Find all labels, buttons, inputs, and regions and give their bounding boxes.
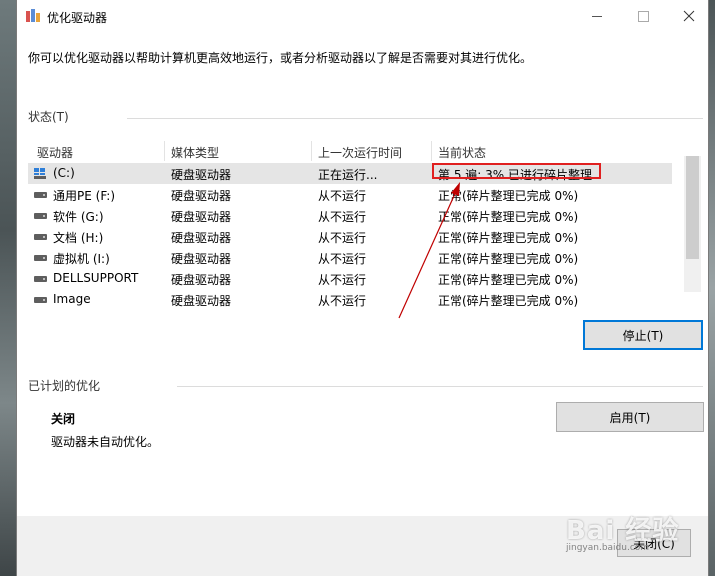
- last-run: 正在运行...: [318, 168, 378, 182]
- scheduled-optimization-label: 已计划的优化: [28, 379, 101, 393]
- status-section-divider: [127, 118, 703, 119]
- drive-name: 通用PE (F:): [53, 189, 116, 203]
- column-separator[interactable]: [431, 141, 432, 161]
- hard-drive-icon: [34, 233, 48, 241]
- media-type: 硬盘驱动器: [171, 252, 232, 266]
- last-run: 从不运行: [318, 252, 367, 266]
- drive-name: (C:): [53, 166, 75, 180]
- status-section-label: 状态(T): [28, 110, 69, 124]
- hard-drive-icon: [34, 212, 48, 220]
- schedule-state: 关闭: [51, 412, 76, 426]
- hard-drive-icon: [34, 275, 48, 283]
- column-separator[interactable]: [311, 141, 312, 161]
- last-run: 从不运行: [318, 273, 367, 287]
- hard-drive-icon: [34, 296, 48, 304]
- maximize-button[interactable]: [620, 0, 666, 32]
- current-status: 正常(碎片整理已完成 0%): [438, 294, 579, 308]
- scrollbar-thumb[interactable]: [686, 156, 699, 259]
- watermark-main: Bai 经验: [566, 516, 680, 546]
- drive-row-image[interactable]: Image 硬盘驱动器 从不运行 正常(碎片整理已完成 0%): [28, 289, 672, 310]
- current-status: 正常(碎片整理已完成 0%): [438, 210, 579, 224]
- maximize-icon: [637, 10, 649, 22]
- media-type: 硬盘驱动器: [171, 189, 232, 203]
- desktop-background-left: [0, 0, 16, 576]
- last-run: 从不运行: [318, 189, 367, 203]
- close-window-button[interactable]: [666, 0, 712, 32]
- drive-name: 文档 (H:): [53, 231, 104, 245]
- defrag-app-icon: [26, 9, 40, 23]
- drive-name: 虚拟机 (I:): [53, 252, 110, 266]
- windows-drive-icon: [34, 168, 46, 179]
- drives-table-header: 驱动器 媒体类型 上一次运行时间 当前状态: [28, 139, 672, 163]
- drive-row-h[interactable]: 文档 (H:) 硬盘驱动器 从不运行 正常(碎片整理已完成 0%): [28, 226, 672, 247]
- desktop-background-right: [709, 0, 715, 576]
- last-run: 从不运行: [318, 210, 367, 224]
- media-type: 硬盘驱动器: [171, 210, 232, 224]
- drive-name: 软件 (G:): [53, 210, 104, 224]
- current-status: 正常(碎片整理已完成 0%): [438, 231, 579, 245]
- drive-row-i[interactable]: 虚拟机 (I:) 硬盘驱动器 从不运行 正常(碎片整理已完成 0%): [28, 247, 672, 268]
- current-status: 正常(碎片整理已完成 0%): [438, 252, 579, 266]
- schedule-detail: 驱动器未自动优化。: [51, 435, 160, 449]
- last-run: 从不运行: [318, 294, 367, 308]
- window-description: 你可以优化驱动器以帮助计算机更高效地运行，或者分析驱动器以了解是否需要对其进行优…: [28, 51, 533, 65]
- window-title: 优化驱动器: [47, 11, 108, 25]
- current-status: 正常(碎片整理已完成 0%): [438, 273, 579, 287]
- status-highlight-box: [432, 163, 601, 179]
- column-header-media-type[interactable]: 媒体类型: [171, 144, 219, 161]
- watermark-sub: jingyan.baidu.com: [566, 543, 650, 553]
- minimize-button[interactable]: [574, 0, 620, 32]
- current-status: 正常(碎片整理已完成 0%): [438, 189, 579, 203]
- optimize-drives-window: 优化驱动器 你可以优化驱动器以帮助计算机更高效地运行，或者分析驱动器以了解是否需…: [16, 0, 709, 576]
- media-type: 硬盘驱动器: [171, 231, 232, 245]
- media-type: 硬盘驱动器: [171, 294, 232, 308]
- column-header-drive[interactable]: 驱动器: [37, 144, 73, 161]
- hard-drive-icon: [34, 254, 48, 262]
- drives-table-scrollbar[interactable]: [684, 156, 701, 292]
- hard-drive-icon: [34, 191, 48, 199]
- column-header-current-status[interactable]: 当前状态: [438, 144, 486, 161]
- media-type: 硬盘驱动器: [171, 168, 232, 182]
- minimize-icon: [592, 15, 602, 17]
- stop-button[interactable]: 停止(T): [583, 320, 703, 350]
- column-separator[interactable]: [164, 141, 165, 161]
- close-icon: [683, 10, 695, 22]
- title-bar[interactable]: 优化驱动器: [17, 0, 708, 34]
- drive-row-dellsupport[interactable]: DELLSUPPORT 硬盘驱动器 从不运行 正常(碎片整理已完成 0%): [28, 268, 672, 289]
- drive-name: DELLSUPPORT: [53, 271, 139, 285]
- last-run: 从不运行: [318, 231, 367, 245]
- enable-button[interactable]: 启用(T): [556, 402, 704, 432]
- drive-row-g[interactable]: 软件 (G:) 硬盘驱动器 从不运行 正常(碎片整理已完成 0%): [28, 205, 672, 226]
- column-header-last-run[interactable]: 上一次运行时间: [318, 144, 402, 161]
- baidu-watermark: Bai 经验 jingyan.baidu.com: [552, 500, 715, 560]
- drive-row-f[interactable]: 通用PE (F:) 硬盘驱动器 从不运行 正常(碎片整理已完成 0%): [28, 184, 672, 205]
- schedule-section-divider: [177, 386, 703, 387]
- media-type: 硬盘驱动器: [171, 273, 232, 287]
- drive-name: Image: [53, 292, 91, 306]
